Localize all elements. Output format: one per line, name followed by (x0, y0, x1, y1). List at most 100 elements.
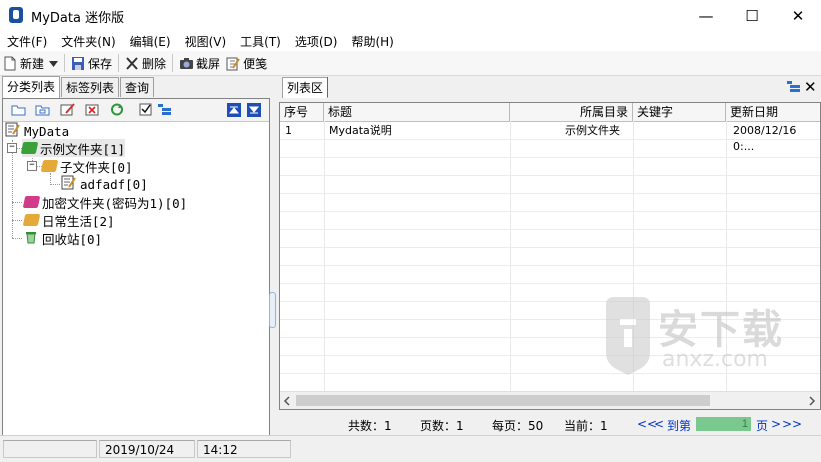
screenshot-button[interactable]: 截屏 (176, 52, 223, 74)
tree-node-adfadf[interactable]: adfadf[0] (61, 175, 148, 193)
collapse-toggle[interactable]: − (7, 143, 17, 153)
checkbox-icon[interactable] (139, 103, 154, 116)
screenshot-label: 截屏 (196, 56, 221, 71)
tree-node-label: adfadf[0] (80, 176, 148, 192)
minimize-button[interactable]: — (683, 0, 729, 31)
tree-root[interactable]: MyData (5, 122, 69, 140)
horizontal-scrollbar[interactable] (280, 391, 820, 409)
grid-line (280, 247, 820, 248)
column-header-index[interactable]: 序号 (280, 103, 324, 121)
grid-line (280, 175, 820, 176)
dropdown-arrow-icon[interactable] (49, 56, 59, 70)
left-tab-strip: 分类列表 标签列表 查询 (2, 76, 155, 98)
close-list-icon[interactable]: ✕ (804, 78, 817, 96)
per-page: 每页：50 (492, 419, 544, 433)
grid-header: 序号 标题 所属目录 关键字 更新日期 (280, 103, 820, 122)
record-list: 序号 标题 所属目录 关键字 更新日期 1 Mydata说明 示例文件夹 200… (279, 102, 821, 410)
tab-category-list[interactable]: 分类列表 (2, 76, 61, 98)
tree-connector (12, 140, 13, 238)
cell-date: 2008/12/16 0:... (733, 124, 797, 153)
close-button[interactable]: ✕ (775, 0, 821, 31)
toolbar: 新建 保存 删除 截屏 便笺 (0, 51, 821, 76)
column-header-date[interactable]: 更新日期 (726, 103, 820, 121)
note-pencil-icon (226, 56, 240, 71)
column-header-directory[interactable]: 所属目录 (510, 103, 633, 121)
page-suffix: 页 (756, 419, 769, 433)
delete-label: 删除 (142, 56, 167, 71)
note-label: 便笺 (243, 56, 268, 71)
column-settings-icon[interactable] (787, 80, 803, 97)
panel-splitter[interactable] (269, 77, 277, 435)
tree-connector (12, 220, 22, 221)
list-tree-icon[interactable] (157, 103, 172, 116)
menu-view[interactable]: 视图(V) (178, 31, 234, 51)
delete-folder-icon[interactable] (85, 103, 100, 116)
menu-help[interactable]: 帮助(H) (344, 31, 400, 51)
grid-line (280, 265, 820, 266)
collapse-panel-handle[interactable] (269, 292, 276, 328)
status-time: 14:12 (197, 440, 291, 458)
tree-node-label: 回收站[0] (42, 231, 103, 247)
menu-file[interactable]: 文件(F) (0, 31, 54, 51)
floppy-disk-icon (71, 56, 85, 71)
column-header-title[interactable]: 标题 (324, 103, 510, 121)
tree-node-label: 子文件夹[0] (60, 159, 133, 175)
prev-page-link[interactable]: < (654, 417, 664, 431)
scroll-thumb[interactable] (296, 395, 710, 406)
tree-node-label: 示例文件夹[1] (40, 141, 126, 157)
tree-node-subfolder[interactable]: 子文件夹[0] (40, 157, 133, 175)
collapse-toggle[interactable]: − (27, 161, 37, 171)
green-folder-icon (20, 142, 39, 154)
edit-folder-icon[interactable] (60, 103, 75, 116)
tab-separator (327, 77, 328, 97)
tab-tag-list[interactable]: 标签列表 (61, 77, 120, 97)
scroll-right-icon[interactable] (808, 395, 816, 409)
new-folder-icon[interactable] (11, 103, 26, 116)
cell-directory: 示例文件夹 (565, 124, 620, 137)
tab-list-area[interactable]: 列表区 (282, 77, 329, 98)
tree-node-label: 日常生活[2] (42, 213, 115, 229)
last-page-link[interactable]: >> (782, 417, 802, 431)
cell-title: Mydata说明 (329, 124, 392, 137)
delete-button[interactable]: 删除 (122, 52, 169, 74)
tree-node-recycle-bin[interactable]: 回收站[0] (24, 229, 102, 247)
move-down-icon[interactable] (247, 103, 262, 117)
folder-icon (22, 214, 41, 226)
toolbar-separator (64, 54, 66, 72)
new-button[interactable]: 新建 (0, 52, 61, 74)
menu-bar: 文件(F) 文件夹(N) 编辑(E) 视图(V) 工具(T) 选项(D) 帮助(… (0, 31, 821, 51)
toolbar-separator (172, 54, 174, 72)
grid-line (280, 193, 820, 194)
save-button[interactable]: 保存 (68, 52, 115, 74)
grid-line (510, 121, 511, 391)
next-page-link[interactable]: > (771, 417, 781, 431)
page-number-input[interactable] (696, 417, 751, 431)
page-count: 页数：1 (420, 419, 464, 433)
note-button[interactable]: 便笺 (223, 52, 270, 74)
menu-folder[interactable]: 文件夹(N) (54, 31, 122, 51)
menu-options[interactable]: 选项(D) (288, 31, 345, 51)
status-date: 2019/10/24 (99, 440, 195, 458)
menu-edit[interactable]: 编辑(E) (123, 31, 178, 51)
refresh-icon[interactable] (110, 103, 125, 116)
tree-node-example-folder[interactable]: 示例文件夹[1] (20, 139, 126, 157)
pink-folder-icon (22, 196, 41, 208)
new-subfolder-icon[interactable] (35, 103, 50, 116)
scroll-left-icon[interactable] (283, 395, 291, 409)
toolbar-separator (118, 54, 120, 72)
tree-node-daily-life[interactable]: 日常生活[2] (22, 211, 115, 229)
category-tree: MyData − 示例文件夹[1] − 子文件夹[0] adfadf[0] 加密… (3, 122, 269, 436)
tree-node-encrypted-folder[interactable]: 加密文件夹(密码为1)[0] (22, 193, 187, 211)
move-up-icon[interactable] (227, 103, 242, 117)
column-header-keywords[interactable]: 关键字 (633, 103, 726, 121)
watermark: 安下载 anxz.com (580, 283, 810, 383)
maximize-button[interactable]: ☐ (729, 0, 775, 31)
app-icon (9, 7, 23, 23)
new-label: 新建 (20, 56, 45, 71)
status-cell (3, 440, 97, 458)
tree-root-label: MyData (24, 123, 70, 139)
tab-query[interactable]: 查询 (120, 77, 155, 97)
menu-tools[interactable]: 工具(T) (233, 31, 288, 51)
status-bar: 2019/10/24 14:12 (0, 435, 821, 462)
table-row[interactable]: 1 Mydata说明 示例文件夹 2008/12/16 0:... (280, 121, 820, 153)
